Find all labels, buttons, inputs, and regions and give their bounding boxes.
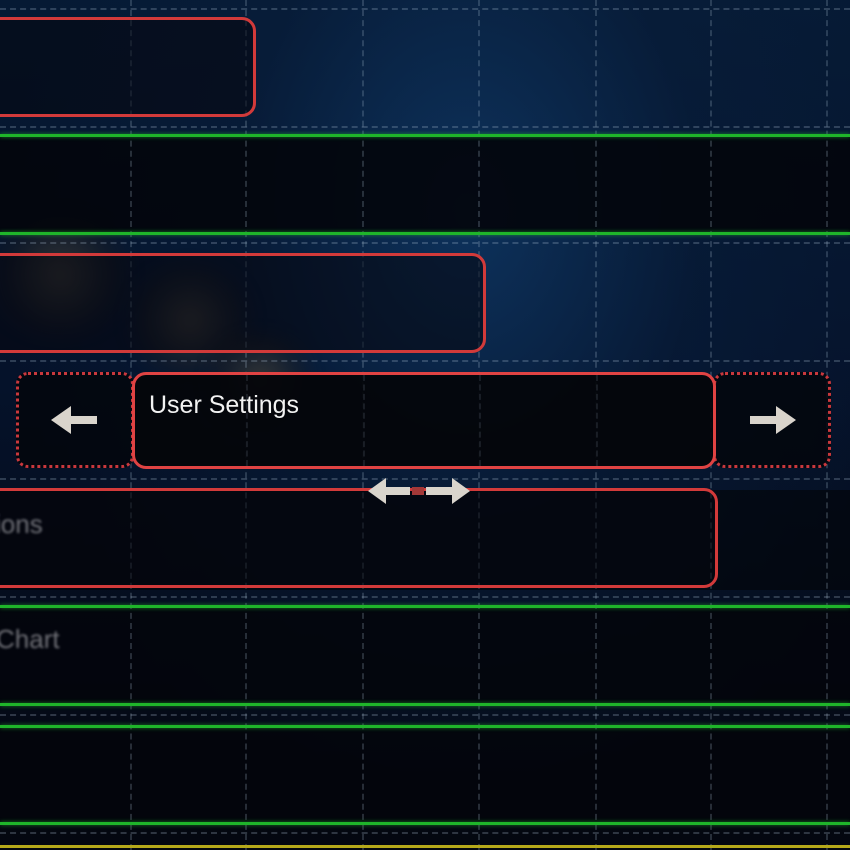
grid-line (0, 242, 850, 244)
menu-item-label: Chart (0, 624, 60, 654)
row-separator (0, 232, 850, 235)
grid-line (596, 375, 598, 466)
grid-line (246, 375, 248, 466)
arrow-right-icon (716, 375, 828, 465)
menu-row (0, 728, 850, 824)
selected-menu-item[interactable]: User Settings (132, 372, 716, 469)
menu-item[interactable]: Chart (0, 608, 850, 703)
grid-line (0, 596, 850, 598)
menu-item[interactable] (0, 253, 486, 353)
menu-item-label: ions (0, 509, 43, 539)
row-separator (0, 725, 850, 728)
row-separator (0, 703, 850, 706)
menu-canvas: ions Chart User Settings (0, 0, 850, 850)
selected-item-label: User Settings (149, 391, 300, 419)
menu-row (0, 137, 850, 233)
menu-item[interactable] (0, 17, 256, 117)
bottom-rule (0, 845, 850, 848)
grid-line (0, 832, 850, 834)
grid-line (363, 375, 365, 466)
row-separator (0, 134, 850, 137)
arrow-left-icon (19, 375, 131, 465)
grid-line (0, 8, 850, 10)
grid-line (0, 360, 850, 362)
grid-line (0, 714, 850, 716)
grid-line (0, 126, 850, 128)
row-separator (0, 822, 850, 825)
grid-line (479, 375, 481, 466)
previous-button[interactable] (16, 372, 134, 468)
next-button[interactable] (713, 372, 831, 468)
menu-item[interactable]: ions (0, 488, 718, 588)
resize-horizontal-icon[interactable] (366, 474, 472, 508)
